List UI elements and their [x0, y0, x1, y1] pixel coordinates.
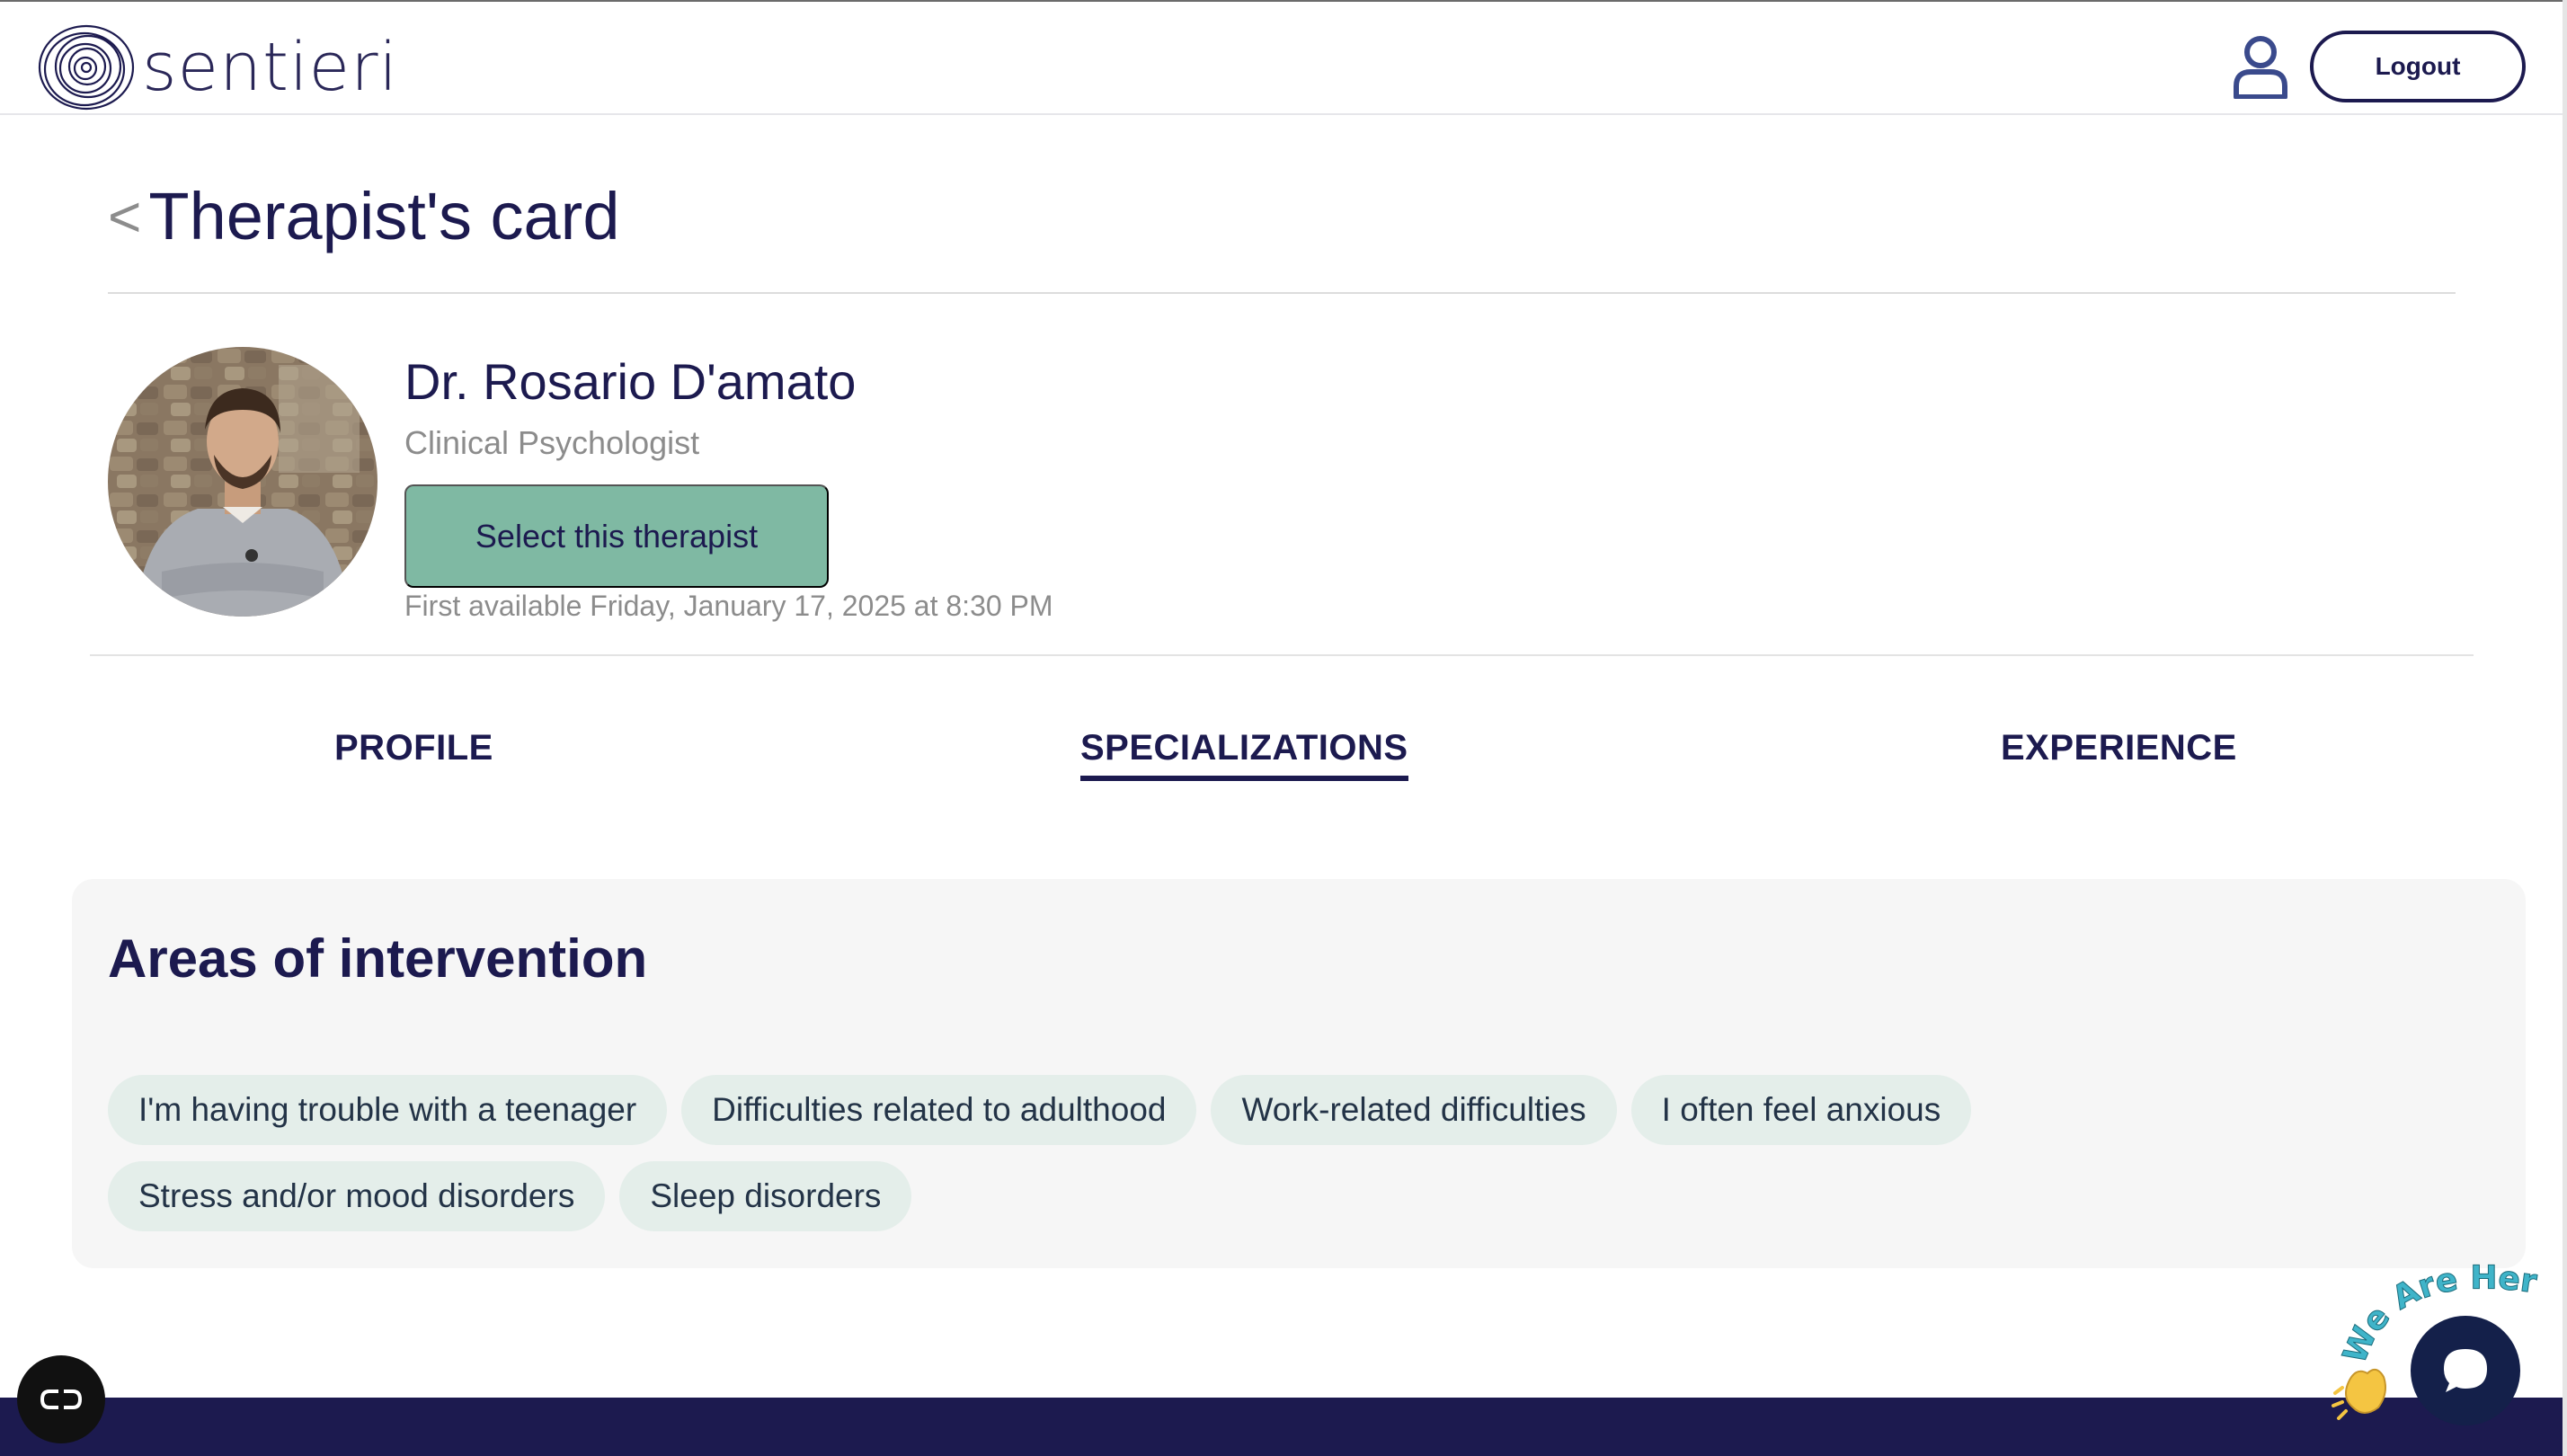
site-footer — [0, 1398, 2563, 1456]
scrollbar-track[interactable] — [2563, 0, 2567, 1456]
title-divider — [108, 292, 2456, 294]
intervention-chip: Stress and/or mood disorders — [108, 1161, 606, 1231]
intervention-chip: I often feel anxious — [1630, 1075, 1972, 1145]
therapist-role: Clinical Psychologist — [404, 424, 700, 461]
therapist-name: Dr. Rosario D'amato — [404, 353, 857, 410]
tab-specializations[interactable]: SPECIALIZATIONS — [1080, 728, 1408, 781]
intervention-chip: Sleep disorders — [619, 1161, 912, 1231]
intervention-chip-list: I'm having trouble with a teenager Diffi… — [108, 1075, 2481, 1231]
page-title-row: < Therapist's card — [108, 176, 619, 257]
intervention-chip: Work-related difficulties — [1211, 1075, 1617, 1145]
areas-of-intervention-panel: Areas of intervention I'm having trouble… — [72, 879, 2526, 1268]
site-header: sentieri Logout — [0, 2, 2563, 115]
page-title: Therapist's card — [148, 179, 620, 253]
chat-widget[interactable]: We Are Here! — [2328, 1249, 2563, 1429]
availability-text: First available Friday, January 17, 2025… — [404, 590, 1053, 622]
brand-name: sentieri — [142, 29, 399, 106]
waving-hand-icon — [2332, 1368, 2386, 1420]
therapist-avatar — [108, 347, 378, 617]
profile-divider — [90, 654, 2474, 656]
panel-title: Areas of intervention — [108, 928, 648, 989]
intervention-chip: I'm having trouble with a teenager — [108, 1075, 668, 1145]
logout-button[interactable]: Logout — [2310, 31, 2526, 102]
accessibility-icon[interactable] — [17, 1355, 105, 1443]
back-chevron-icon[interactable]: < — [108, 188, 141, 245]
tab-profile[interactable]: PROFILE — [334, 728, 493, 768]
logo-spiral-icon — [38, 24, 135, 111]
user-icon[interactable] — [2231, 34, 2290, 100]
select-therapist-button[interactable]: Select this therapist — [404, 484, 829, 588]
chat-bubble-icon[interactable] — [2411, 1316, 2520, 1425]
tab-experience[interactable]: EXPERIENCE — [2001, 728, 2237, 768]
intervention-chip: Difficulties related to adulthood — [681, 1075, 1197, 1145]
brand-logo[interactable]: sentieri — [34, 20, 430, 115]
